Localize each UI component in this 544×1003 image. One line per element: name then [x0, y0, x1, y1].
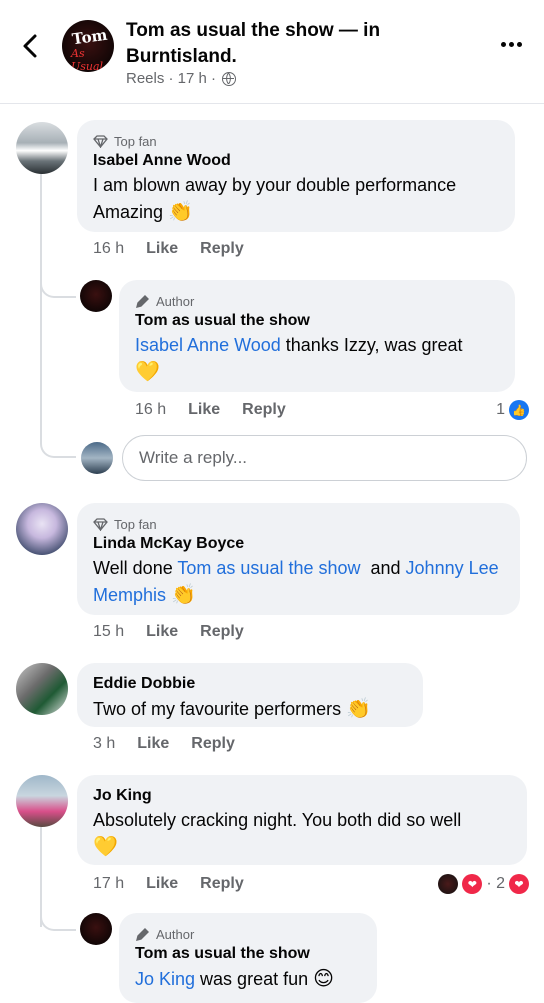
- commenter-name[interactable]: Tom as usual the show: [135, 943, 361, 965]
- thread-line: [40, 173, 42, 435]
- clapping-emoji: 👏: [168, 199, 193, 223]
- heart-reaction-icon: ❤: [509, 874, 529, 894]
- thread-connector: [40, 272, 76, 298]
- comment-actions: 17 h Like Reply ❤ · 2 ❤: [93, 874, 529, 894]
- comment-text: I am blown away by your double performan…: [93, 175, 457, 223]
- diamond-icon: [93, 517, 108, 531]
- avatar[interactable]: [16, 122, 68, 174]
- like-button[interactable]: Like: [137, 735, 169, 753]
- reply-button[interactable]: Reply: [200, 240, 244, 258]
- thread-connector: [40, 905, 76, 931]
- avatar[interactable]: [16, 775, 68, 827]
- thread-connector: [40, 432, 76, 458]
- like-button[interactable]: Like: [146, 240, 178, 258]
- author-badge: Author: [135, 292, 499, 310]
- like-button[interactable]: Like: [146, 875, 178, 893]
- like-reaction-icon: 👍: [509, 400, 529, 420]
- current-user-avatar: [81, 442, 113, 474]
- avatar-logo-subtext: As Usual: [71, 47, 104, 72]
- comment-actions: 15 h Like Reply: [93, 623, 244, 641]
- badge-label: Author: [156, 926, 195, 942]
- avatar[interactable]: [16, 503, 68, 555]
- page-avatar[interactable]: Tom As Usual: [62, 20, 114, 72]
- reply-bubble[interactable]: Author Tom as usual the show Isabel Anne…: [119, 280, 515, 392]
- commenter-name[interactable]: Linda McKay Boyce: [93, 533, 504, 555]
- comment-bubble[interactable]: Top fan Isabel Anne Wood I am blown away…: [77, 120, 515, 232]
- reply-actions: 16 h Like Reply 1 👍: [135, 400, 529, 420]
- avatar-logo-text: Tom: [70, 25, 109, 49]
- yellow-heart-emoji: 💛: [135, 359, 160, 383]
- timestamp: 3 h: [93, 735, 116, 752]
- commenter-name[interactable]: Jo King: [93, 785, 511, 807]
- reaction-count: · 2: [486, 875, 505, 892]
- post-meta-text: Reels · 17 h ·: [126, 70, 217, 87]
- comment-text: Isabel Anne Wood thanks Izzy, was great 💛: [135, 335, 463, 383]
- like-button[interactable]: Like: [188, 401, 220, 419]
- globe-icon: [222, 71, 237, 86]
- heart-reaction-icon: ❤: [462, 874, 483, 894]
- mention-link[interactable]: Isabel Anne Wood: [135, 335, 281, 355]
- yellow-heart-emoji: 💛: [93, 834, 118, 858]
- reaction-summary[interactable]: 1 👍: [496, 400, 529, 420]
- post-title[interactable]: Tom as usual the show — in Burntisland.: [126, 18, 426, 70]
- more-options-icon[interactable]: [501, 42, 522, 47]
- commenter-name[interactable]: Isabel Anne Wood: [93, 150, 499, 172]
- reply-button[interactable]: Reply: [191, 735, 235, 753]
- timestamp: 15 h: [93, 623, 125, 640]
- timestamp: 16 h: [93, 240, 125, 257]
- timestamp: 17 h: [93, 875, 125, 892]
- smiling-emoji: 😊: [313, 966, 334, 990]
- reaction-summary[interactable]: ❤ · 2 ❤: [438, 874, 529, 894]
- commenter-name[interactable]: Eddie Dobbie: [93, 673, 407, 695]
- avatar[interactable]: [80, 280, 112, 312]
- top-fan-badge: Top fan: [93, 515, 504, 533]
- mention-link[interactable]: Tom as usual the show: [177, 558, 360, 578]
- reactor-avatar: [438, 874, 459, 894]
- timestamp: 16 h: [135, 401, 167, 418]
- comment-actions: 16 h Like Reply: [93, 240, 244, 258]
- badge-label: Top fan: [114, 133, 157, 149]
- reply-button[interactable]: Reply: [200, 875, 244, 893]
- comment-bubble[interactable]: Jo King Absolutely cracking night. You b…: [77, 775, 527, 865]
- comment-text: Two of my favourite performers 👏: [93, 696, 372, 720]
- like-button[interactable]: Like: [146, 623, 178, 641]
- comment-text: Well done Tom as usual the show and John…: [93, 558, 499, 606]
- mention-link[interactable]: Jo King: [135, 969, 195, 989]
- comment-text: Absolutely cracking night. You both did …: [93, 810, 462, 858]
- clapping-emoji: 👏: [171, 582, 196, 606]
- reply-button[interactable]: Reply: [200, 623, 244, 641]
- top-fan-badge: Top fan: [93, 132, 499, 150]
- author-badge: Author: [135, 925, 361, 943]
- clapping-emoji: 👏: [346, 696, 372, 720]
- comment-text: Jo King was great fun 😊: [135, 966, 334, 990]
- back-arrow-icon[interactable]: [18, 32, 42, 60]
- comment-actions: 3 h Like Reply: [93, 735, 235, 753]
- reply-button[interactable]: Reply: [242, 401, 286, 419]
- post-header: Tom As Usual Tom as usual the show — in …: [0, 0, 544, 104]
- avatar[interactable]: [16, 663, 68, 715]
- comment-bubble[interactable]: Top fan Linda McKay Boyce Well done Tom …: [77, 503, 520, 615]
- comment-bubble[interactable]: Eddie Dobbie Two of my favourite perform…: [77, 663, 423, 727]
- badge-label: Author: [156, 293, 195, 309]
- reaction-count: 1: [496, 401, 505, 418]
- commenter-name[interactable]: Tom as usual the show: [135, 310, 499, 332]
- avatar[interactable]: [80, 913, 112, 945]
- post-meta: Reels · 17 h ·: [126, 70, 237, 87]
- reply-bubble[interactable]: Author Tom as usual the show Jo King was…: [119, 913, 377, 1003]
- badge-label: Top fan: [114, 516, 157, 532]
- pen-icon: [136, 927, 149, 941]
- pen-icon: [136, 294, 149, 308]
- reply-input[interactable]: Write a reply...: [122, 435, 527, 481]
- diamond-icon: [93, 134, 108, 148]
